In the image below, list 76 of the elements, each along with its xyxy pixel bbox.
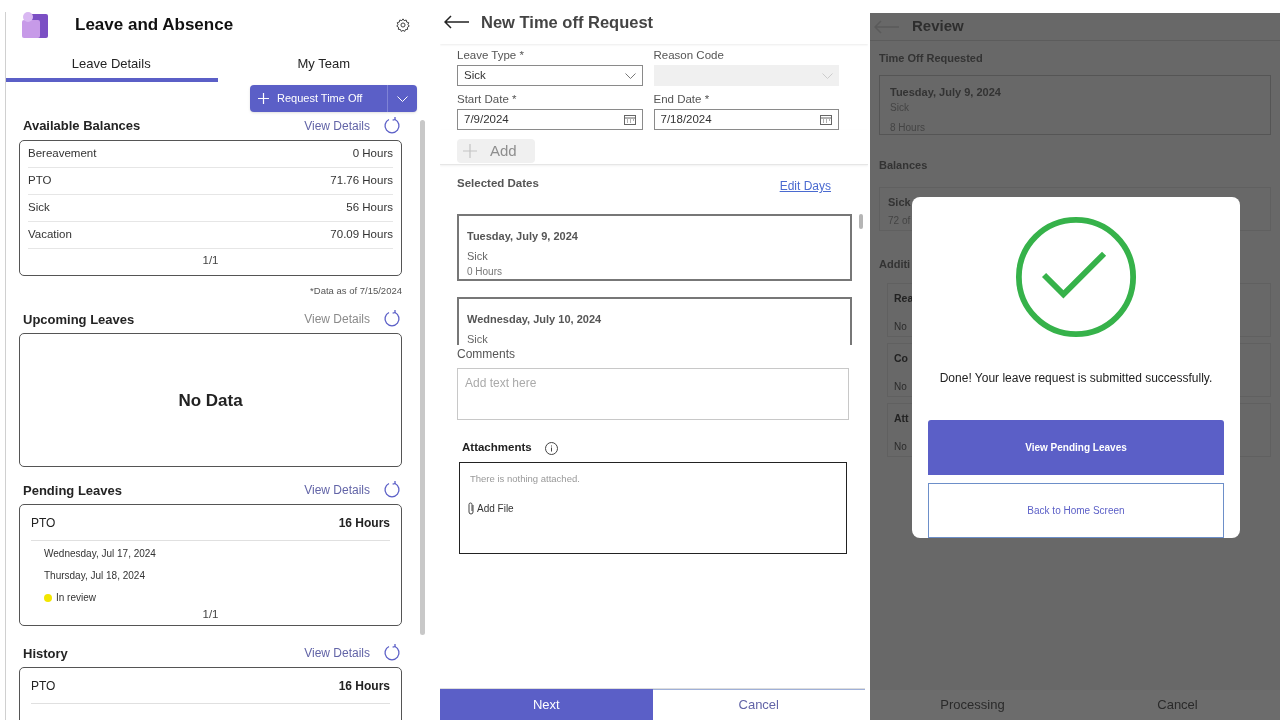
date-title: Tuesday, July 9, 2024 xyxy=(467,229,579,244)
leave-type: PTO xyxy=(31,514,56,532)
field-value: No xyxy=(894,320,907,335)
balance-name: Sick xyxy=(28,200,50,216)
field-label: Start Date * xyxy=(457,92,518,107)
chevron-down-icon xyxy=(397,95,408,102)
leave-date: Wednesday, Jul 17, 2024 xyxy=(44,547,157,562)
date-field[interactable]: 7/18/2024 xyxy=(653,109,839,130)
leave-type: Sick xyxy=(467,248,489,264)
balance-name: Bereavement xyxy=(28,146,97,162)
attachments-label: Attachments xyxy=(462,440,532,456)
no-data-message: No Data xyxy=(178,389,243,412)
field-label: Leave Type * xyxy=(457,48,525,63)
leave-hours: 0 Hours xyxy=(467,265,503,279)
section-title: History xyxy=(22,644,69,663)
pager: 1/1 xyxy=(202,606,219,622)
add-file-button[interactable]: Add File xyxy=(467,501,514,517)
leave-type: PTO xyxy=(31,677,56,695)
app-title: Leave and Absence xyxy=(75,14,235,37)
balance-name: PTO xyxy=(28,173,52,189)
dropdown[interactable]: Sick xyxy=(457,65,643,86)
view-pending-leaves-button[interactable]: View Pending Leaves xyxy=(928,420,1224,475)
balance-name: Vacation xyxy=(28,227,72,243)
empty-attachments-text: There is nothing attached. xyxy=(470,472,580,486)
chevron-down-icon xyxy=(822,72,833,79)
calendar-icon xyxy=(820,114,832,125)
field-label: Att xyxy=(894,410,909,426)
date-title: Wednesday, July 10, 2024 xyxy=(467,312,603,327)
app-logo-icon xyxy=(22,12,50,38)
comments-field[interactable]: Add text here xyxy=(457,368,849,420)
balance-value: 71.76 Hours xyxy=(330,173,393,189)
tab[interactable]: Leave Details xyxy=(5,50,218,82)
section-title: Selected Dates xyxy=(457,176,539,192)
section-title: Pending Leaves xyxy=(22,481,123,500)
plus-icon xyxy=(463,144,477,158)
pager: 1/1 xyxy=(202,253,219,269)
balance-value: 0 Hours xyxy=(352,146,393,162)
chevron-down-icon xyxy=(624,72,636,79)
calendar-icon xyxy=(623,114,636,125)
page-title: New Time off Request xyxy=(481,11,654,33)
success-message: Done! Your leave request is submitted successfully. xyxy=(939,370,1213,387)
field-value: No xyxy=(894,380,907,395)
field-value: No xyxy=(894,440,907,455)
leave-type: Sick xyxy=(467,331,489,345)
view-details-link[interactable]: View Details xyxy=(304,644,370,663)
section-title: Available Balances xyxy=(22,117,142,136)
paperclip-icon xyxy=(467,502,475,516)
request-time-off-button[interactable]: Request Time Off xyxy=(250,85,417,112)
scrollbar[interactable] xyxy=(420,120,425,635)
back-to-home-button[interactable]: Back to Home Screen xyxy=(928,483,1224,538)
tab[interactable]: My Team xyxy=(217,50,430,82)
back-arrow-icon xyxy=(444,15,470,29)
date-field[interactable]: 7/9/2024 xyxy=(457,109,643,130)
leave-date: Thursday, Jul 18, 2024 xyxy=(44,569,146,584)
data-footnote: *Data as of 7/15/2024 xyxy=(310,284,402,298)
settings-icon xyxy=(396,18,410,32)
field-label: Comments xyxy=(456,346,515,363)
balance-value: 70.09 Hours xyxy=(330,227,393,243)
field-label: Reason Code xyxy=(653,48,725,63)
field-label: Co xyxy=(894,350,908,366)
status-label: In review xyxy=(56,591,96,606)
field-label: End Date * xyxy=(653,92,711,107)
balance-value: 56 Hours xyxy=(346,200,393,216)
next-button[interactable]: Next xyxy=(440,689,653,720)
section-title: Upcoming Leaves xyxy=(22,310,136,329)
page-title: Review xyxy=(912,16,964,37)
edit-days-link[interactable]: Edit Days xyxy=(779,177,831,195)
plus-icon xyxy=(258,93,269,104)
view-details-link[interactable]: View Details xyxy=(304,481,370,500)
view-details-link[interactable]: View Details xyxy=(304,117,370,135)
leave-hours: 16 Hours xyxy=(338,677,390,695)
refresh-icon xyxy=(382,116,402,136)
leave-hours: 16 Hours xyxy=(338,514,390,532)
info-icon xyxy=(544,441,558,455)
scrollbar[interactable] xyxy=(859,214,863,229)
check-circle-icon xyxy=(1013,216,1139,338)
